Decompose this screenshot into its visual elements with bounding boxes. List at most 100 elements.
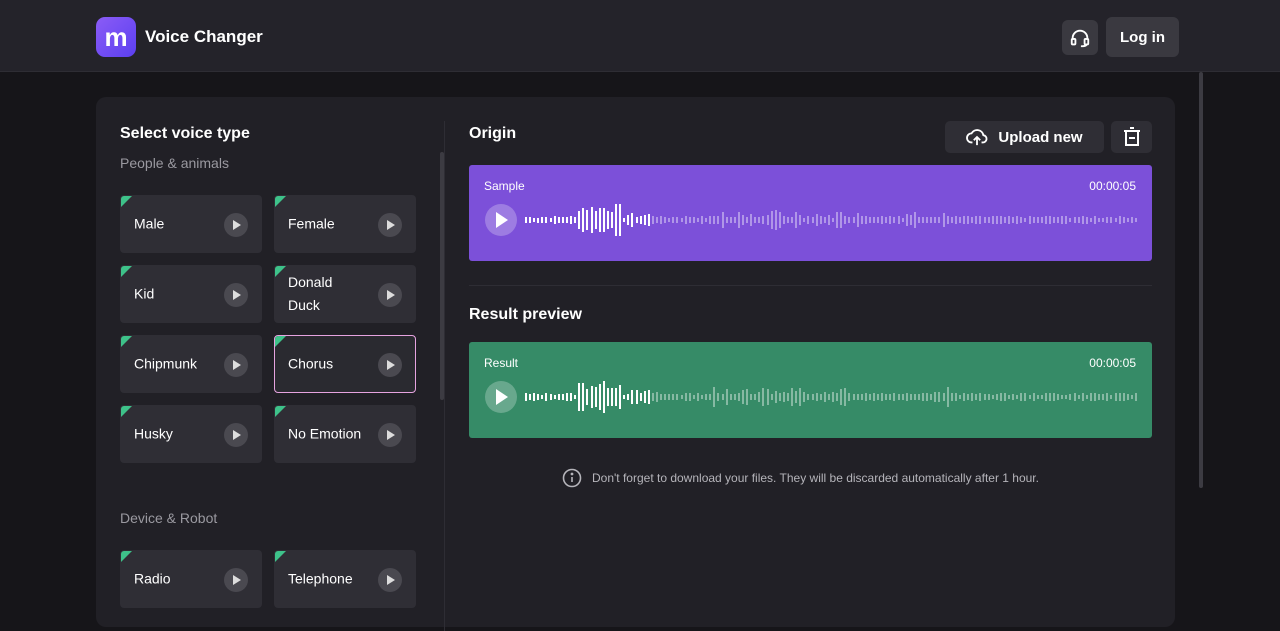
waveform-bar [529,393,532,401]
voice-card-donald-duck[interactable]: Donald Duck [274,265,416,323]
waveform-bar [1085,394,1088,400]
preview-play-button[interactable] [224,568,248,592]
waveform-bar [1081,392,1084,402]
waveform-bar [651,216,654,224]
login-button[interactable]: Log in [1106,17,1179,57]
result-waveform[interactable] [525,381,1137,413]
app-logo[interactable]: m [96,17,136,57]
waveform-bar [709,215,712,225]
waveform-bar [582,208,585,232]
waveform-bar [578,383,581,411]
preview-play-button[interactable] [224,213,248,237]
waveform-bar [1040,394,1043,400]
waveform-bar [578,211,581,229]
voice-card-radio[interactable]: Radio [120,550,262,608]
waveform-bar [946,386,949,408]
delete-button[interactable] [1111,121,1152,153]
waveform-bar [565,217,568,223]
badge-corner [275,406,286,417]
voice-card-chorus[interactable]: Chorus [274,335,416,393]
waveform-bar [1102,393,1105,401]
waveform-bar [1065,394,1068,400]
origin-waveform[interactable] [525,204,1137,236]
voice-card-husky[interactable]: Husky [120,405,262,463]
badge-corner [121,266,132,277]
waveform-bar [1077,394,1080,400]
preview-play-button[interactable] [224,353,248,377]
waveform-bar [918,394,920,400]
preview-play-button[interactable] [378,353,402,377]
waveform-bar [680,217,683,223]
waveform-bar [623,217,626,223]
headset-icon [1070,29,1090,47]
preview-play-button[interactable] [224,283,248,307]
play-icon [387,430,395,440]
waveform-bar [758,392,761,402]
waveform-bar [586,388,589,406]
voice-label: Radio [134,570,171,587]
waveform-bar [545,392,548,402]
badge-corner [121,196,132,207]
waveform-bar [1126,218,1129,222]
waveform-bar [999,215,1002,225]
waveform-bar [1061,215,1064,225]
waveform-bar [905,213,908,226]
waveform-bar [1081,215,1084,225]
waveform-bar [868,393,871,401]
voice-card-telephone[interactable]: Telephone [274,550,416,608]
voice-card-male[interactable]: Male [120,195,262,253]
waveform-bar [610,211,613,229]
waveform-bar [901,393,904,401]
waveform-bar [1098,394,1101,400]
badge-corner [275,266,286,277]
waveform-bar [950,216,953,224]
play-icon [387,360,395,370]
waveform-bar [1053,393,1056,401]
waveform-bar [827,215,830,225]
waveform-bar [610,387,613,407]
waveform-bar [766,388,769,406]
waveform-bar [815,393,818,401]
waveform-bar [741,390,744,404]
voice-card-no-emotion[interactable]: No Emotion [274,405,416,463]
result-play-button[interactable] [485,381,517,413]
preview-play-button[interactable] [378,568,402,592]
waveform-bar [565,393,568,401]
upload-new-button[interactable]: Upload new [945,121,1104,153]
waveform-bar [741,215,744,225]
page-scrollbar[interactable] [1199,72,1203,488]
voice-card-chipmunk[interactable]: Chipmunk [120,335,262,393]
waveform-bar [889,216,892,224]
waveform-bar [1114,218,1117,222]
origin-play-button[interactable] [485,204,517,236]
origin-heading: Origin [469,125,517,142]
waveform-bar [1089,217,1092,223]
preview-play-button[interactable] [378,213,402,237]
waveform-bar [1020,393,1023,401]
waveform-bar [705,217,708,223]
preview-play-button[interactable] [224,423,248,447]
waveform-bar [1012,216,1015,224]
voice-card-kid[interactable]: Kid [120,265,262,323]
waveform-bar [954,393,957,401]
waveform-bar [836,211,839,229]
waveform-bar [848,392,851,402]
waveform-bar [913,393,916,401]
waveform-bar [872,217,875,223]
waveform-bar [1044,216,1047,224]
voice-card-female[interactable]: Female [274,195,416,253]
support-button[interactable] [1062,20,1098,55]
waveform-bar [525,393,527,401]
waveform-bar [684,393,687,401]
preview-play-button[interactable] [378,283,402,307]
waveform-bar [594,386,597,408]
waveform-bar [1028,215,1031,225]
waveform-bar [868,216,871,224]
waveform-bar [1020,217,1023,223]
waveform-bar [987,216,990,224]
waveform-bar [602,381,605,413]
preview-play-button[interactable] [378,423,402,447]
waveform-bar [647,214,650,226]
waveform-bar [660,215,663,225]
waveform-bar [995,216,998,224]
